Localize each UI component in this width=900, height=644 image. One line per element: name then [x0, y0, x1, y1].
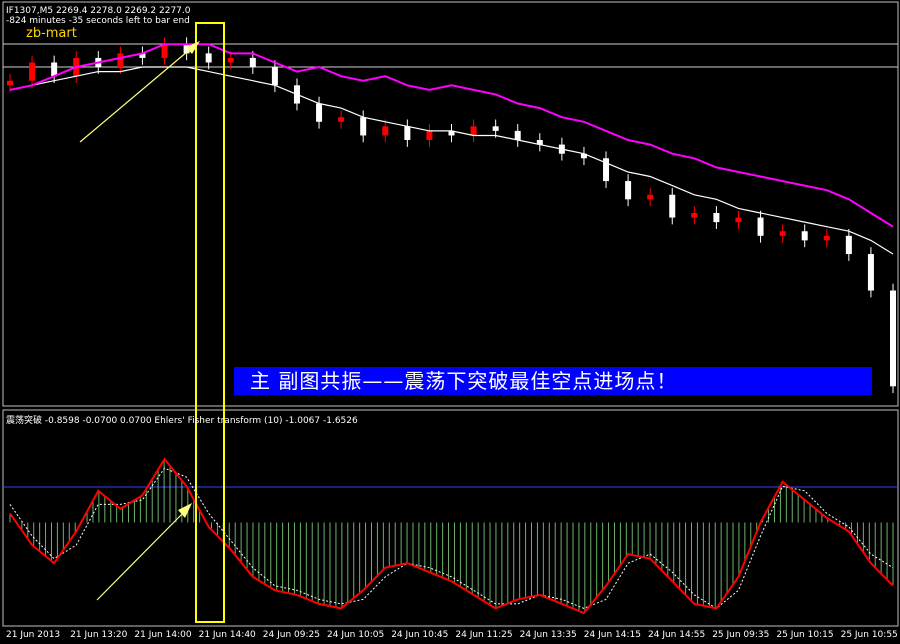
signal-banner: 主 副图共振——震荡下突破最佳空点进场点！	[234, 367, 872, 395]
candle-body	[713, 213, 720, 223]
main-pane-frame	[2, 1, 899, 407]
x-tick-label: 24 Jun 11:25	[455, 630, 513, 640]
candle-body	[360, 117, 367, 136]
candle-body	[647, 194, 654, 200]
signal-highlight-box	[195, 22, 225, 623]
candle-body	[625, 181, 632, 200]
candle-body	[161, 44, 168, 58]
candle-body	[7, 80, 13, 86]
x-tick-label: 21 Jun 2013	[6, 630, 61, 640]
candle-body	[779, 231, 786, 236]
candle-body	[823, 235, 830, 241]
x-tick-label: 24 Jun 09:25	[262, 630, 320, 640]
brand-watermark: zb-mart	[26, 26, 77, 41]
trading-chart-window: IF1307,M5 2269.4 2278.0 2269.2 2277.0 -8…	[0, 0, 900, 644]
candle-body	[492, 126, 499, 131]
candle-body	[735, 217, 742, 223]
candle-body	[669, 194, 676, 218]
indicator-label: 震荡突破 -0.8598 -0.0700 0.0700 Ehlers' Fish…	[6, 416, 358, 426]
sub-arrow-shaft	[96, 509, 187, 601]
candle-body	[801, 231, 808, 241]
x-tick-label: 24 Jun 14:15	[583, 630, 641, 640]
candle-body	[205, 53, 212, 63]
x-tick-label: 21 Jun 14:40	[198, 630, 256, 640]
candle-body	[867, 254, 874, 291]
x-tick-label: 25 Jun 10:15	[776, 630, 834, 640]
x-tick-label: 24 Jun 10:45	[391, 630, 449, 640]
chart-canvas	[2, 1, 899, 627]
fisher-trigger-line	[9, 467, 894, 610]
x-tick-label: 24 Jun 10:05	[327, 630, 385, 640]
candle-body	[271, 67, 278, 86]
candle-body	[249, 57, 256, 68]
bar-countdown-label: -824 minutes -35 seconds left to bar end	[6, 16, 190, 26]
candle-body	[227, 57, 234, 63]
candle-body	[890, 290, 896, 387]
x-tick-label: 21 Jun 14:00	[134, 630, 192, 640]
candle-body	[404, 126, 411, 141]
candle-body	[426, 130, 433, 141]
symbol-ohlc-label: IF1307,M5 2269.4 2278.0 2269.2 2277.0	[6, 6, 191, 16]
x-tick-label: 25 Jun 10:55	[840, 630, 898, 640]
candle-body	[316, 103, 323, 122]
x-tick-label: 21 Jun 13:20	[70, 630, 128, 640]
x-tick-label: 24 Jun 14:55	[648, 630, 706, 640]
candle-body	[29, 62, 36, 81]
x-tick-label: 24 Jun 13:35	[519, 630, 577, 640]
candle-body	[51, 62, 58, 77]
candle-body	[514, 130, 521, 141]
candle-body	[757, 217, 764, 236]
candle-body	[845, 235, 852, 255]
candle-body	[338, 117, 345, 122]
candle-body	[382, 126, 389, 136]
candle-body	[470, 126, 477, 136]
candle-body	[691, 213, 698, 218]
candle-body	[117, 53, 124, 68]
x-tick-label: 25 Jun 09:35	[712, 630, 770, 640]
